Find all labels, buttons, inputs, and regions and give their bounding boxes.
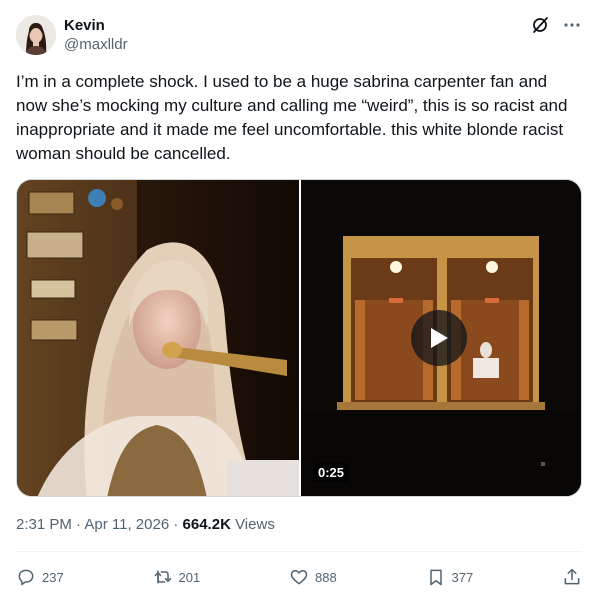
tweet: Kevin @maxlldr I’m in a complete shock. … [0,0,598,596]
reply-count: 237 [42,569,64,585]
author-block: Kevin @maxlldr [64,17,128,55]
tweet-meta: 2:31 PM · Apr 11, 2026 · 664.2K Views [16,515,275,535]
divider [16,551,582,552]
video-duration: 0:25 [313,463,350,482]
bookmark-count: 377 [451,569,474,585]
tweet-date[interactable]: Apr 11, 2026 [84,516,169,533]
repost-button[interactable]: 201 [153,567,201,587]
grok-icon[interactable] [530,15,550,35]
reply-icon [18,569,34,586]
meta-separator: · [169,516,183,533]
heart-icon [290,570,308,585]
action-bar: 237 201 888 377 [16,563,582,591]
bookmark-icon [429,569,442,586]
tweet-text: I’m in a complete shock. I used to be a … [16,72,568,163]
display-name[interactable]: Kevin [64,17,128,35]
like-button[interactable]: 888 [289,567,337,587]
play-icon [431,328,448,348]
photo-image [17,180,299,496]
meta-separator: · [71,516,85,533]
repost-count: 201 [178,569,201,585]
video[interactable]: 0:25 [301,180,581,496]
media-grid: 0:25 [16,179,582,497]
play-button[interactable] [411,310,467,366]
views-label: Views [230,516,275,533]
header-icons [530,15,582,35]
user-handle[interactable]: @maxlldr [64,35,128,55]
tweet-time[interactable]: 2:31 PM [16,516,72,533]
like-count: 888 [315,569,337,585]
views-count: 664.2K [182,516,231,533]
photo[interactable] [17,180,299,496]
share-icon [564,568,580,585]
reply-button[interactable]: 237 [16,567,64,587]
bookmark-button[interactable]: 377 [426,567,474,587]
repost-icon [154,570,171,584]
more-icon[interactable] [562,15,582,35]
avatar[interactable] [16,15,56,55]
avatar-image [16,15,56,55]
share-button[interactable] [562,567,582,587]
